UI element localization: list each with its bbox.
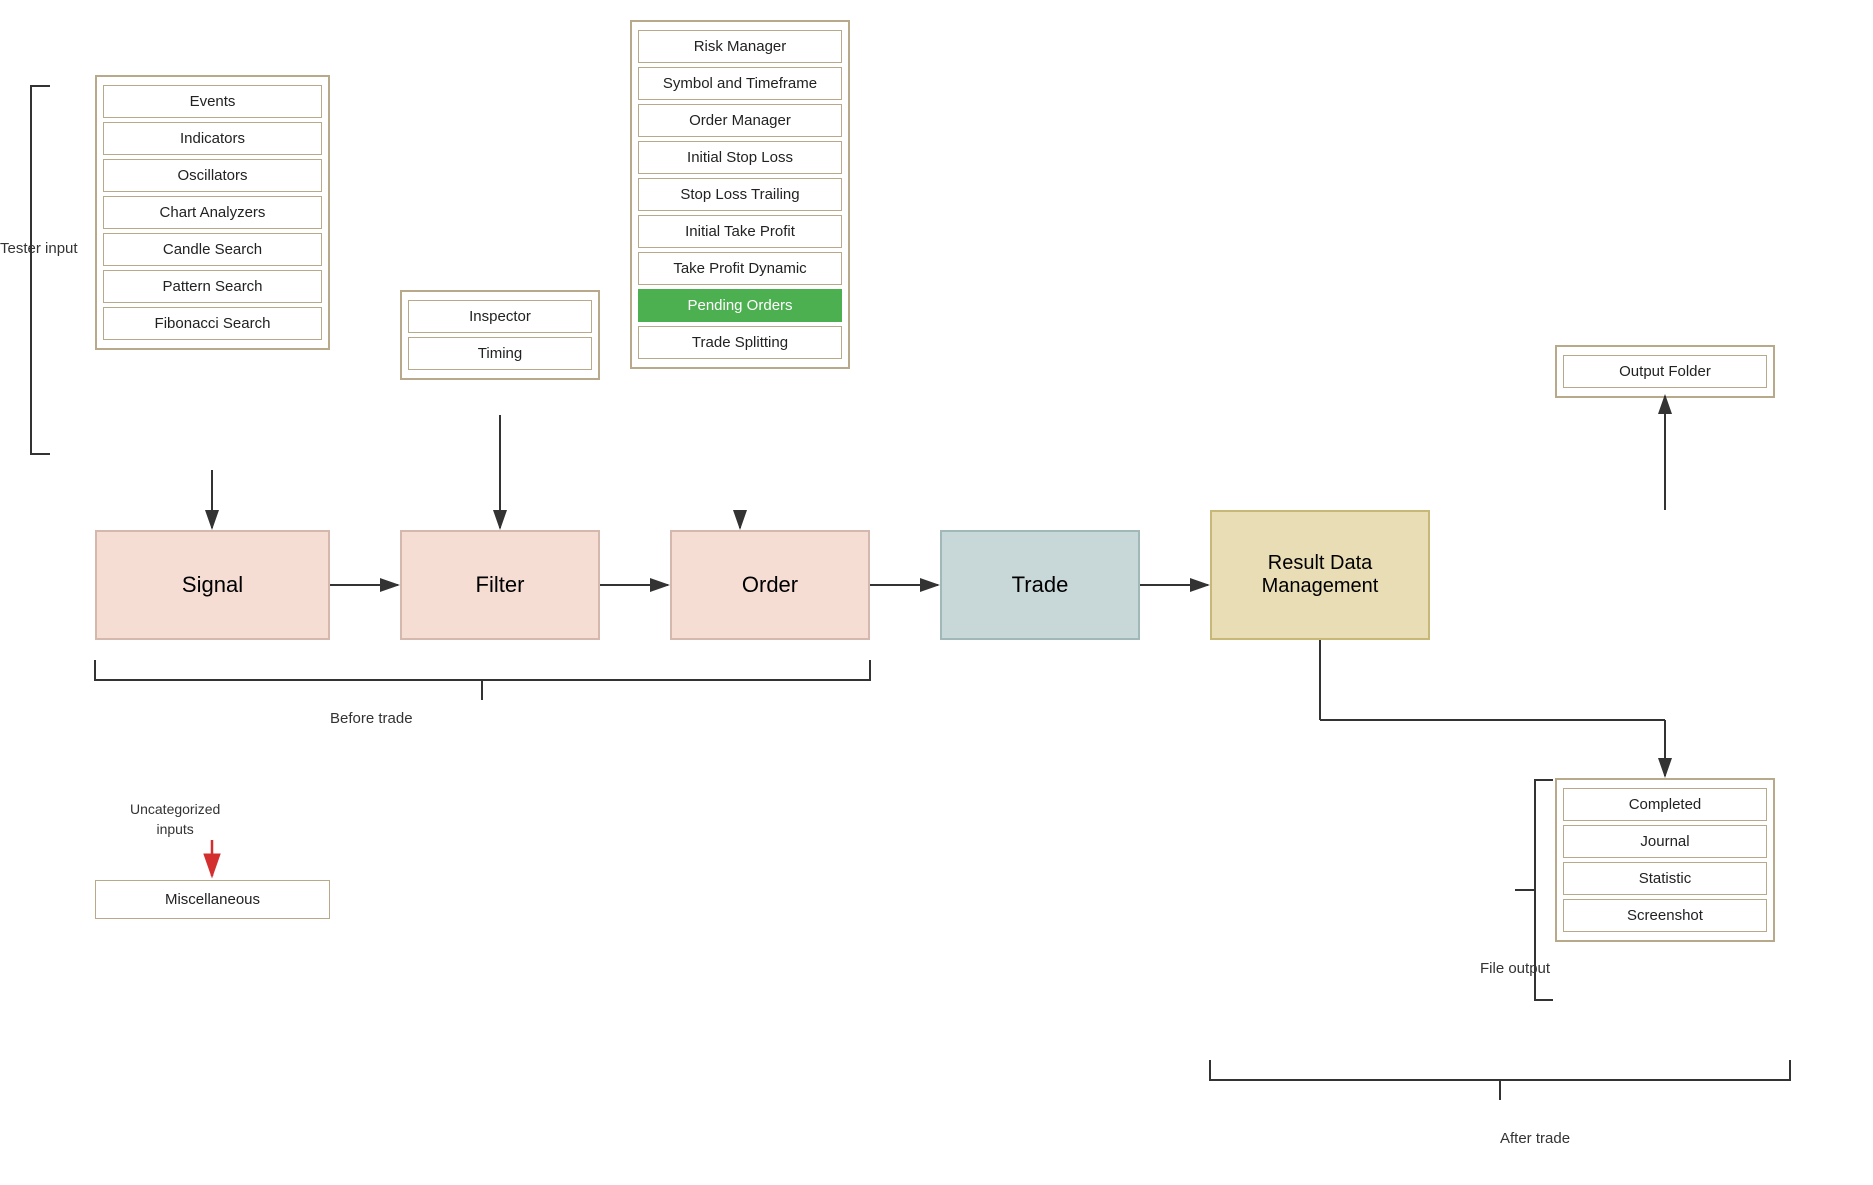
order-input-take-profit-dynamic: Take Profit Dynamic [638,252,842,285]
tester-input-label: Tester input [0,240,78,257]
signal-input-oscillators: Oscillators [103,159,322,192]
output-folder-item: Output Folder [1563,355,1767,388]
signal-input-events: Events [103,85,322,118]
signal-input-fibonacci-search: Fibonacci Search [103,307,322,340]
order-input-order-manager: Order Manager [638,104,842,137]
uncategorized-label: Uncategorized inputs [130,800,220,839]
diagram-container: Tester input Events Indicators Oscillato… [0,0,1873,1185]
process-order-box: Order [670,530,870,640]
process-signal-box: Signal [95,530,330,640]
order-input-initial-stop-loss: Initial Stop Loss [638,141,842,174]
signal-inputs-box: Events Indicators Oscillators Chart Anal… [95,75,330,350]
order-input-stop-loss-trailing: Stop Loss Trailing [638,178,842,211]
process-filter-box: Filter [400,530,600,640]
file-output-screenshot: Screenshot [1563,899,1767,932]
misc-box: Miscellaneous [95,880,330,919]
process-result-box: Result Data Management [1210,510,1430,640]
order-input-pending-orders: Pending Orders [638,289,842,322]
file-output-journal: Journal [1563,825,1767,858]
filter-input-inspector: Inspector [408,300,592,333]
file-outputs-box: Completed Journal Statistic Screenshot [1555,778,1775,942]
order-input-trade-splitting: Trade Splitting [638,326,842,359]
before-trade-label: Before trade [330,710,413,727]
file-output-completed: Completed [1563,788,1767,821]
signal-input-indicators: Indicators [103,122,322,155]
filter-input-timing: Timing [408,337,592,370]
order-input-symbol-timeframe: Symbol and Timeframe [638,67,842,100]
order-input-risk-manager: Risk Manager [638,30,842,63]
file-output-label: File output [1480,960,1550,977]
signal-input-candle-search: Candle Search [103,233,322,266]
file-output-statistic: Statistic [1563,862,1767,895]
order-input-initial-take-profit: Initial Take Profit [638,215,842,248]
tester-input-brace [30,85,50,455]
filter-inputs-box: Inspector Timing [400,290,600,380]
signal-input-pattern-search: Pattern Search [103,270,322,303]
after-trade-label: After trade [1500,1130,1570,1147]
process-trade-box: Trade [940,530,1140,640]
order-inputs-box: Risk Manager Symbol and Timeframe Order … [630,20,850,369]
signal-input-chart-analyzers: Chart Analyzers [103,196,322,229]
output-folder-box: Output Folder [1555,345,1775,398]
